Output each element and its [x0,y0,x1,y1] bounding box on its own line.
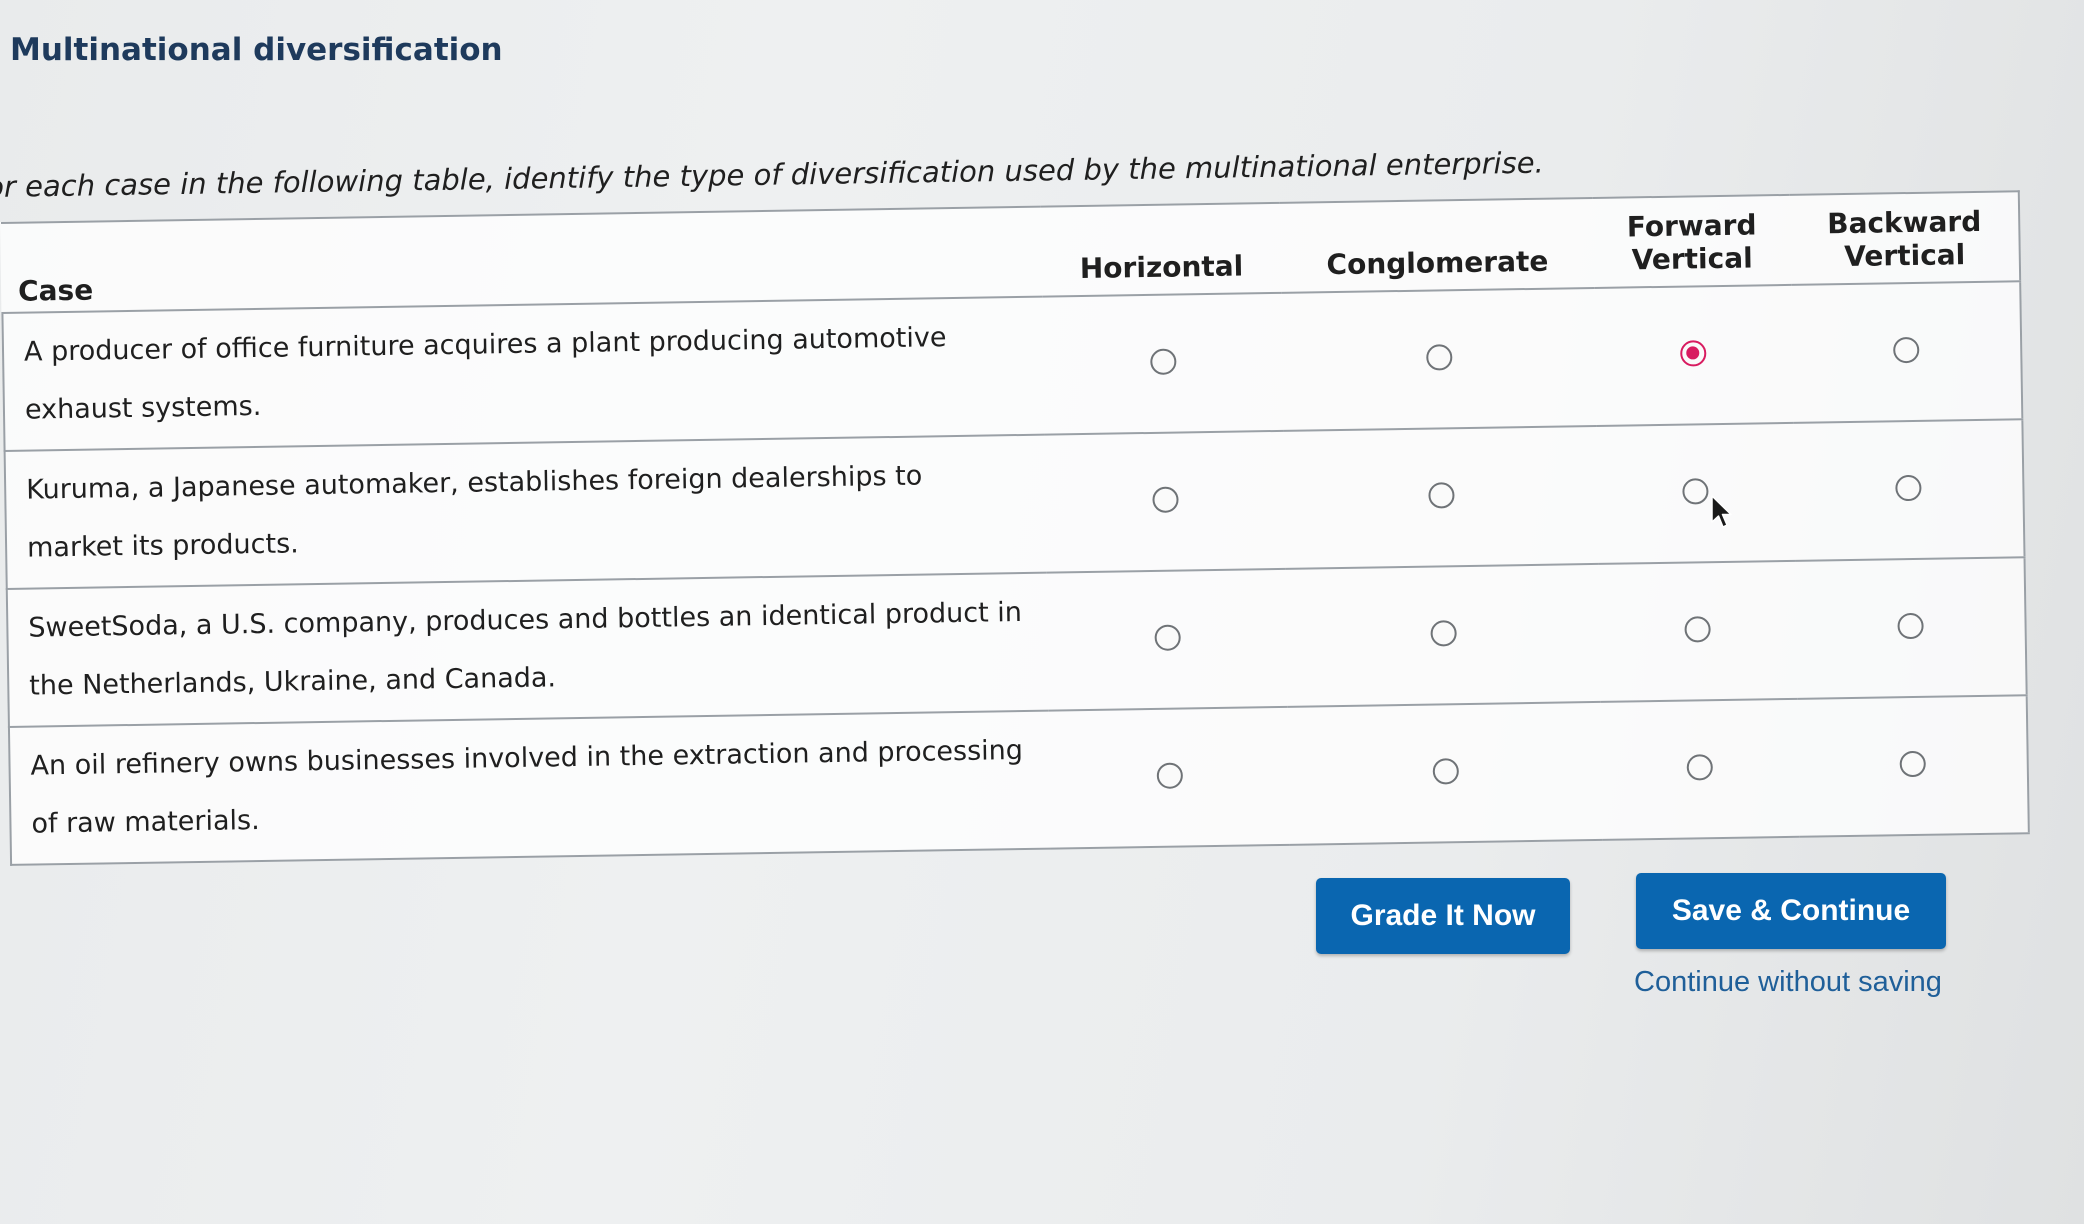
radio-row1-horizontal[interactable] [1149,348,1177,375]
case-text: Kuruma, a Japanese automaker, establishe… [4,434,1047,589]
continue-without-saving-link[interactable]: Continue without saving [1634,966,1942,999]
option-cell-forward-vertical [1596,422,1796,564]
header-conglomerate: Conglomerate [1280,197,1595,293]
option-cell-conglomerate [1283,425,1599,569]
radio-row2-backward-vertical[interactable] [1895,474,1922,502]
case-text: An oil refinery owns businesses involved… [8,710,1051,865]
header-case: Case [1,206,1043,313]
radio-row1-forward-vertical[interactable] [1680,340,1707,367]
case-text: SweetSoda, a U.S. company, produces and … [6,572,1049,727]
radio-row4-forward-vertical[interactable] [1686,754,1714,781]
option-cell-forward-vertical [1600,698,1800,840]
option-cell-forward-vertical [1594,284,1794,426]
option-cell-horizontal [1044,430,1286,573]
header-forward-vertical-line1: Forward [1626,208,1757,244]
option-cell-horizontal [1046,568,1289,711]
save-and-continue-button[interactable]: Save & Continue [1636,873,1946,949]
radio-row2-forward-vertical[interactable] [1682,478,1710,505]
header-horizontal: Horizontal [1040,202,1282,297]
option-cell-backward-vertical [1797,695,2029,837]
radio-row4-conglomerate[interactable] [1432,758,1459,785]
option-cell-forward-vertical [1598,560,1798,702]
radio-row3-conglomerate[interactable] [1430,620,1457,647]
page-title: Multinational diversification [10,32,503,68]
header-backward-vertical: Backward Vertical [1789,191,2021,285]
radio-row3-horizontal[interactable] [1154,624,1181,651]
instructions-text: or each case in the following table, ide… [0,145,1545,204]
option-cell-backward-vertical [1793,419,2025,561]
radio-row4-backward-vertical[interactable] [1899,750,1926,778]
header-forward-vertical: Forward Vertical [1592,194,1792,288]
radio-row1-conglomerate[interactable] [1425,344,1453,371]
case-text: A producer of office furniture acquires … [2,296,1045,451]
radio-row3-backward-vertical[interactable] [1897,612,1924,640]
grade-it-now-button[interactable]: Grade It Now [1316,878,1570,954]
radio-row4-horizontal[interactable] [1156,762,1183,789]
option-cell-backward-vertical [1791,281,2023,423]
mouse-pointer-icon [1711,495,1732,528]
option-cell-conglomerate [1288,701,1603,845]
option-cell-horizontal [1042,292,1284,435]
option-cell-conglomerate [1285,563,1601,707]
radio-row2-horizontal[interactable] [1151,486,1179,513]
option-cell-horizontal [1048,706,1291,849]
option-cell-backward-vertical [1795,557,2027,699]
radio-row2-conglomerate[interactable] [1427,482,1455,509]
header-forward-vertical-line2: Vertical [1631,241,1753,277]
radio-row1-backward-vertical[interactable] [1893,336,1920,364]
header-backward-vertical-line1: Backward [1826,204,1982,241]
option-cell-conglomerate [1281,287,1597,431]
radio-row3-forward-vertical[interactable] [1684,616,1712,643]
header-backward-vertical-line2: Vertical [1843,238,1966,274]
